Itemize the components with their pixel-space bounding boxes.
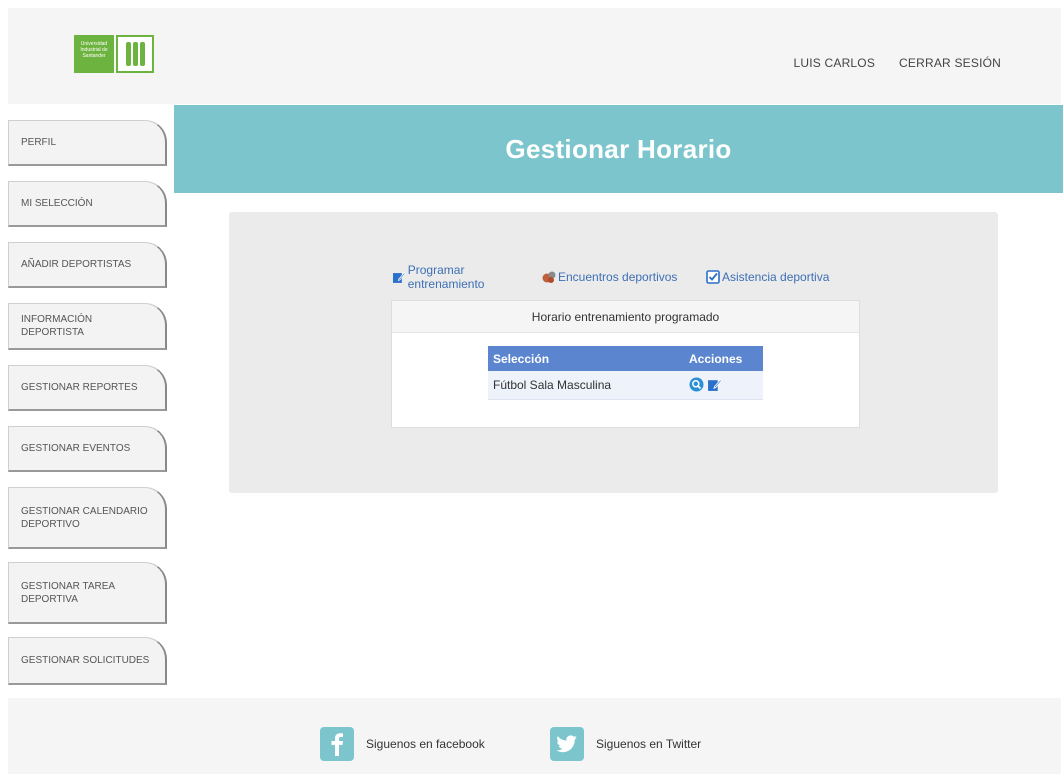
sports-balls-icon	[542, 271, 556, 283]
twitter-link[interactable]: Siguenos en Twitter	[550, 727, 701, 761]
program-training-label: Programar entrenamiento	[407, 263, 485, 291]
logo-wordmark: Universidad Industrial de Santander	[74, 35, 114, 73]
user-name-link[interactable]: LUIS CARLOS	[793, 56, 875, 70]
sports-matches-link[interactable]: Encuentros deportivos	[542, 263, 706, 291]
sidebar-item-label: PERFIL	[21, 137, 57, 148]
page-title: Gestionar Horario	[505, 133, 732, 164]
sidebar-item-anadir-deportistas[interactable]: AÑADIR DEPORTISTAS	[8, 242, 167, 288]
sidebar-item-gestionar-eventos[interactable]: GESTIONAR EVENTOS	[8, 426, 167, 472]
sidebar-item-label: GESTIONAR REPORTES	[21, 382, 138, 393]
logout-link[interactable]: CERRAR SESIÓN	[899, 56, 1001, 70]
facebook-link[interactable]: Siguenos en facebook	[320, 727, 485, 761]
sidebar-item-label: GESTIONAR TAREA DEPORTIVA	[21, 580, 115, 605]
column-header-seleccion: Selección	[488, 346, 684, 371]
column-header-acciones: Acciones	[684, 346, 763, 371]
view-magnifier-icon[interactable]	[689, 377, 704, 392]
facebook-label: Siguenos en facebook	[366, 737, 485, 751]
schedule-card-title: Horario entrenamiento programado	[392, 301, 859, 333]
program-training-link[interactable]: Programar entrenamiento	[392, 263, 542, 291]
action-links: Programar entrenamiento Encuentros depor…	[392, 263, 829, 291]
sidebar-item-label: GESTIONAR CALENDARIO DEPORTIVO	[21, 505, 148, 530]
sidebar-item-label: MI SELECCIÓN	[21, 198, 93, 209]
sidebar-item-label: GESTIONAR EVENTOS	[21, 443, 131, 454]
schedule-card: Horario entrenamiento programado Selecci…	[391, 300, 860, 428]
edit-icon[interactable]	[707, 377, 722, 392]
table-header-row: Selección Acciones	[488, 346, 763, 371]
checkbox-checked-icon	[706, 270, 720, 284]
seleccion-cell: Fútbol Sala Masculina	[488, 371, 684, 400]
sidebar-item-gestionar-tarea[interactable]: GESTIONAR TAREA DEPORTIVA	[8, 562, 167, 624]
sidebar-item-mi-seleccion[interactable]: MI SELECCIÓN	[8, 181, 167, 227]
acciones-cell	[684, 371, 763, 400]
sidebar-item-perfil[interactable]: PERFIL	[8, 120, 167, 166]
sidebar-item-label: INFORMACIÓN DEPORTISTA	[21, 314, 93, 338]
header: Universidad Industrial de Santander LUIS…	[8, 8, 1061, 104]
twitter-label: Siguenos en Twitter	[596, 737, 702, 751]
logo-mark-icon	[116, 35, 154, 73]
sports-attendance-link[interactable]: Asistencia deportiva	[706, 263, 829, 291]
page-banner: Gestionar Horario	[174, 105, 1063, 193]
twitter-icon	[550, 727, 584, 761]
university-logo[interactable]: Universidad Industrial de Santander	[74, 35, 161, 82]
sidebar-item-label: AÑADIR DEPORTISTAS	[21, 259, 132, 270]
table-row: Fútbol Sala Masculina	[488, 371, 763, 400]
sports-matches-label: Encuentros deportivos	[558, 270, 678, 284]
top-nav: LUIS CARLOS CERRAR SESIÓN	[793, 56, 1001, 70]
facebook-icon	[320, 727, 354, 761]
sidebar-item-gestionar-reportes[interactable]: GESTIONAR REPORTES	[8, 365, 167, 411]
edit-icon	[392, 272, 406, 283]
sports-attendance-label: Asistencia deportiva	[722, 270, 830, 284]
sidebar-item-gestionar-solicitudes[interactable]: GESTIONAR SOLICITUDES	[8, 637, 167, 685]
schedule-table: Selección Acciones Fútbol Sala Masculina	[488, 346, 763, 400]
sidebar-item-label: GESTIONAR SOLICITUDES	[21, 655, 150, 666]
sidebar-item-gestionar-calendario[interactable]: GESTIONAR CALENDARIO DEPORTIVO	[8, 487, 167, 549]
sidebar-item-informacion-deportista[interactable]: INFORMACIÓN DEPORTISTA	[8, 303, 167, 350]
footer: Siguenos en facebook Siguenos en Twitter	[8, 698, 1061, 774]
main-panel: Programar entrenamiento Encuentros depor…	[229, 212, 998, 493]
